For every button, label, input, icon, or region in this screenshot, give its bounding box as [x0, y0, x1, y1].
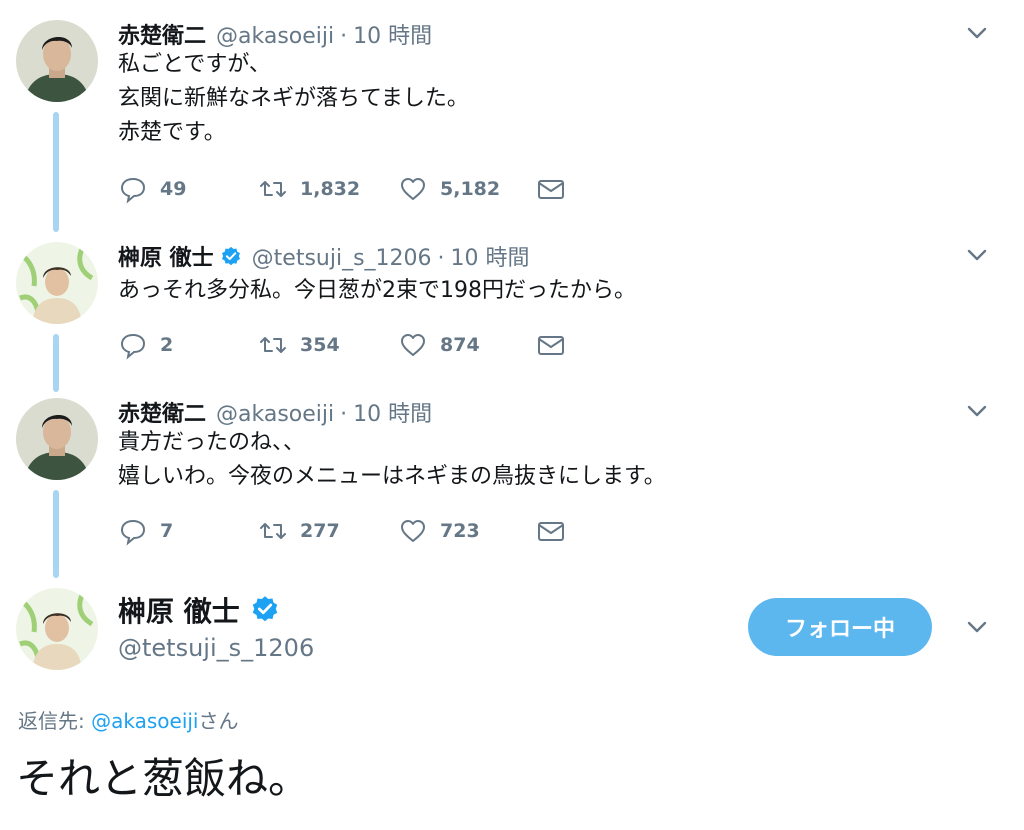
- dm-icon: [538, 336, 564, 355]
- retweet-button[interactable]: 277: [258, 516, 398, 546]
- like-count: 723: [440, 520, 480, 542]
- chevron-down-icon[interactable]: [964, 20, 990, 46]
- tweet-actions: 49 1,832 5,182: [118, 174, 566, 204]
- separator-dot: ·: [437, 246, 445, 271]
- verified-badge-icon: [252, 596, 277, 622]
- like-count: 874: [440, 334, 480, 356]
- like-button[interactable]: 723: [398, 516, 536, 546]
- retweet-count: 354: [300, 334, 340, 356]
- display-name[interactable]: 榊原 徹士: [118, 240, 214, 272]
- avatar[interactable]: [16, 242, 98, 324]
- display-name[interactable]: 赤楚衛二: [118, 18, 206, 50]
- chevron-down-icon[interactable]: [964, 614, 990, 640]
- avatar[interactable]: [16, 398, 98, 480]
- retweet-button[interactable]: 354: [258, 330, 398, 360]
- timestamp[interactable]: 10 時間: [353, 396, 432, 428]
- display-name[interactable]: 榊原 徹士: [118, 590, 280, 630]
- avatar[interactable]: [16, 588, 98, 670]
- tweet-text-line: 貴方だったのね、、: [118, 430, 306, 455]
- reply-icon: [120, 177, 146, 204]
- reply-button[interactable]: 49: [118, 174, 258, 204]
- tweet[interactable]: 榊原 徹士 @tetsuji_s_1206 · 10 時間 あっそれ多分私。今日…: [0, 240, 1024, 380]
- timestamp[interactable]: 10 時間: [353, 18, 432, 50]
- replying-to-prefix: 返信先:: [18, 709, 92, 733]
- dm-button[interactable]: [536, 174, 566, 204]
- tweet-text-line: 赤楚です。: [118, 120, 226, 145]
- like-button[interactable]: 874: [398, 330, 536, 360]
- tweet-text: 私ごとですが、 玄関に新鮮なネギが落ちてました。 赤楚です。: [118, 48, 469, 150]
- reply-icon: [120, 519, 146, 546]
- retweet-count: 1,832: [300, 178, 361, 200]
- tweet-text-line: 私ごとですが、: [118, 52, 271, 77]
- dm-icon: [538, 522, 564, 541]
- tweet-actions: 7 277 723: [118, 516, 566, 546]
- tweet-header: 赤楚衛二 @akasoeiji · 10 時間: [118, 18, 432, 50]
- retweet-button[interactable]: 1,832: [258, 174, 398, 204]
- reply-count: 7: [160, 520, 174, 542]
- chevron-down-icon[interactable]: [964, 242, 990, 268]
- like-button[interactable]: 5,182: [398, 174, 536, 204]
- username[interactable]: @tetsuji_s_1206: [118, 634, 314, 662]
- tweet[interactable]: 赤楚衛二 @akasoeiji · 10 時間 私ごとですが、 玄関に新鮮なネギ…: [0, 18, 1024, 218]
- tweet-actions: 2 354 874: [118, 330, 566, 360]
- tweet-text: 貴方だったのね、、 嬉しいわ。今夜のメニューはネギまの鳥抜きにします。: [118, 426, 666, 494]
- separator-dot: ·: [340, 402, 348, 427]
- mention-link[interactable]: @akasoeiji: [91, 709, 198, 733]
- like-icon: [401, 334, 425, 356]
- tweet-text-line: 嬉しいわ。今夜のメニューはネギまの鳥抜きにします。: [118, 464, 666, 489]
- retweet-icon: [260, 181, 286, 197]
- like-icon: [401, 520, 425, 542]
- reply-icon: [120, 333, 146, 360]
- tweet-header: 榊原 徹士 @tetsuji_s_1206 · 10 時間: [118, 240, 530, 272]
- retweet-icon: [260, 337, 286, 353]
- like-icon: [401, 178, 425, 200]
- username[interactable]: @akasoeiji: [216, 402, 334, 427]
- verified-badge-icon: [221, 246, 240, 266]
- reply-button[interactable]: 2: [118, 330, 258, 360]
- separator-dot: ·: [340, 24, 348, 49]
- dm-icon: [538, 180, 564, 199]
- chevron-down-icon[interactable]: [964, 398, 990, 424]
- tweet-text: それと葱飯ね。: [16, 754, 311, 803]
- dm-button[interactable]: [536, 330, 566, 360]
- tweet-text: あっそれ多分私。今日葱が2束で198円だったから。: [118, 274, 636, 308]
- following-button[interactable]: フォロー中: [748, 598, 932, 656]
- reply-count: 2: [160, 334, 174, 356]
- retweet-icon: [260, 523, 286, 539]
- tweet-text-line: 玄関に新鮮なネギが落ちてました。: [118, 86, 469, 111]
- username[interactable]: @akasoeiji: [216, 24, 334, 49]
- dm-button[interactable]: [536, 516, 566, 546]
- reply-button[interactable]: 7: [118, 516, 258, 546]
- tweet[interactable]: 赤楚衛二 @akasoeiji · 10 時間 貴方だったのね、、 嬉しいわ。今…: [0, 396, 1024, 566]
- username[interactable]: @tetsuji_s_1206: [252, 246, 432, 271]
- display-name[interactable]: 赤楚衛二: [118, 396, 206, 428]
- timestamp[interactable]: 10 時間: [451, 240, 530, 272]
- tweet-header: 赤楚衛二 @akasoeiji · 10 時間: [118, 396, 432, 428]
- retweet-count: 277: [300, 520, 340, 542]
- like-count: 5,182: [440, 178, 501, 200]
- replying-to: 返信先: @akasoeijiさん: [18, 705, 238, 734]
- display-name-text: 榊原 徹士: [118, 595, 240, 628]
- reply-count: 49: [160, 178, 187, 200]
- replying-to-suffix: さん: [198, 709, 239, 733]
- tweet-text-line: あっそれ多分私。今日葱が2束で198円だったから。: [118, 278, 636, 303]
- avatar[interactable]: [16, 20, 98, 102]
